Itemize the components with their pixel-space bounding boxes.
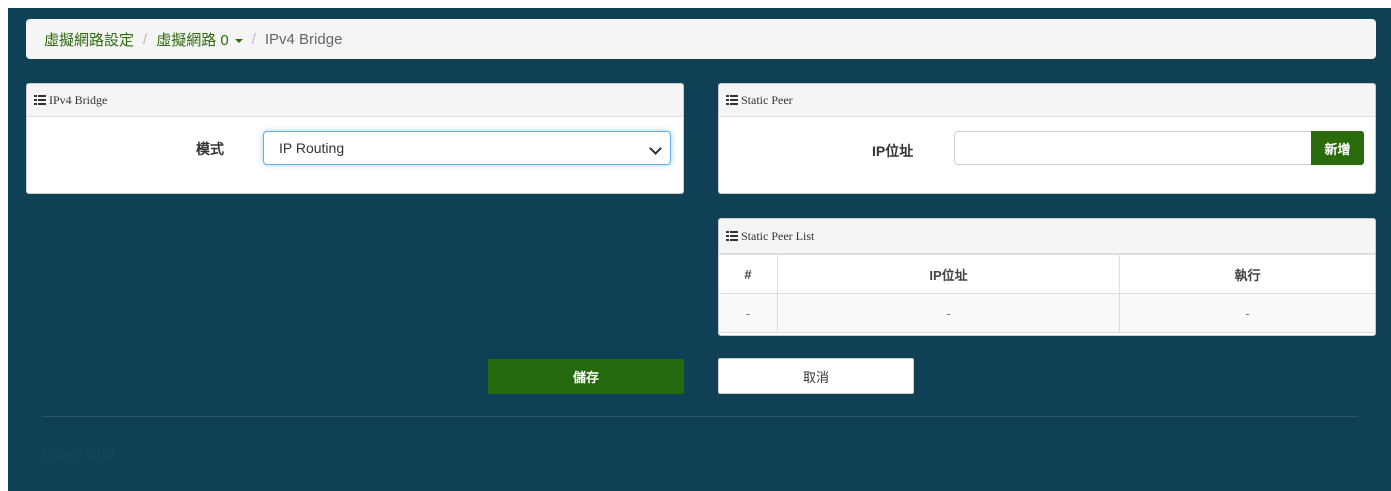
- breadcrumb-link-virtual-network-settings[interactable]: 虛擬網路設定: [44, 29, 134, 50]
- footer-divider: [42, 416, 1358, 417]
- table-header-row: # IP位址 執行: [719, 254, 1375, 294]
- panel-title: Static Peer: [741, 92, 793, 107]
- column-header-index: #: [719, 254, 778, 294]
- caret-down-icon: [234, 38, 243, 43]
- panel-header: Static Peer: [719, 84, 1375, 117]
- mode-label: 模式: [196, 141, 224, 157]
- list-icon: [726, 231, 738, 241]
- mode-select-value: IP Routing: [279, 140, 345, 156]
- copyright-text: Copy© 2019: [42, 445, 115, 460]
- save-button[interactable]: 儲存: [488, 359, 684, 394]
- breadcrumb: 虛擬網路設定 / 虛擬網路 0 / IPv4 Bridge: [26, 19, 1376, 59]
- list-icon: [726, 95, 738, 105]
- static-peer-table: # IP位址 執行 - - -: [719, 254, 1375, 333]
- breadcrumb-dropdown-label: 虛擬網路 0: [156, 31, 229, 49]
- ipv4-bridge-panel: IPv4 Bridge 模式 IP Routing: [26, 83, 684, 194]
- static-peer-list-panel: Static Peer List # IP位址 執行 - - -: [718, 218, 1376, 336]
- column-header-action: 執行: [1119, 254, 1375, 294]
- table-cell: -: [777, 293, 1120, 333]
- table-row: - - -: [719, 293, 1375, 333]
- mode-select[interactable]: IP Routing: [263, 131, 671, 165]
- chevron-down-icon: [649, 142, 662, 155]
- static-peer-panel: Static Peer IP位址 新增: [718, 83, 1376, 194]
- ip-address-label: IP位址: [872, 143, 914, 159]
- cancel-button[interactable]: 取消: [718, 358, 914, 394]
- panel-title: IPv4 Bridge: [49, 92, 108, 107]
- column-header-ip: IP位址: [777, 254, 1120, 294]
- breadcrumb-dropdown-virtual-network[interactable]: 虛擬網路 0: [156, 29, 243, 50]
- panel-header: Static Peer List: [719, 219, 1375, 254]
- list-icon: [34, 95, 46, 105]
- breadcrumb-current: IPv4 Bridge: [264, 30, 343, 48]
- breadcrumb-separator: /: [251, 30, 256, 48]
- breadcrumb-separator: /: [143, 30, 148, 48]
- add-button[interactable]: 新增: [1311, 131, 1364, 165]
- panel-header: IPv4 Bridge: [27, 84, 683, 117]
- table-cell: -: [1119, 293, 1375, 333]
- table-cell: -: [719, 293, 778, 333]
- panel-title: Static Peer List: [741, 228, 815, 243]
- ip-address-input[interactable]: [954, 131, 1311, 165]
